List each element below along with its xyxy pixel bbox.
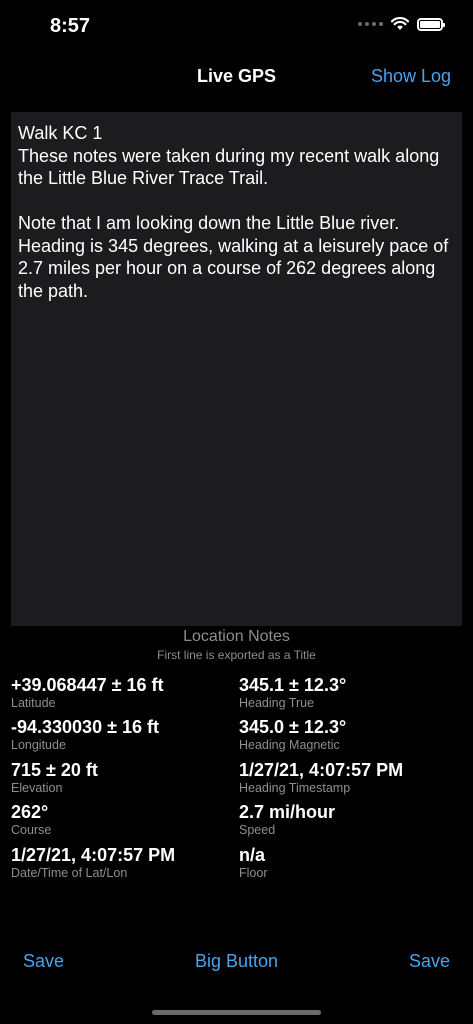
latitude-value: +39.068447 ± 16 ft bbox=[11, 675, 164, 695]
longitude-label: Longitude bbox=[11, 738, 66, 752]
course-label: Course bbox=[11, 823, 52, 837]
home-indicator[interactable] bbox=[152, 1010, 321, 1015]
datetime-metric: 1/27/21, 4:07:57 PM Date/Time of Lat/Lon bbox=[11, 845, 175, 881]
datetime-value: 1/27/21, 4:07:57 PM bbox=[11, 845, 176, 865]
show-log-button[interactable]: Show Log bbox=[371, 66, 451, 87]
elevation-value: 715 ± 20 ft bbox=[11, 760, 98, 780]
heading-timestamp-value: 1/27/21, 4:07:57 PM bbox=[239, 760, 404, 780]
latitude-label: Latitude bbox=[11, 696, 56, 710]
course-value: 262° bbox=[11, 802, 49, 822]
longitude-value: -94.330030 ± 16 ft bbox=[11, 717, 159, 737]
notes-caption-subtitle: First line is exported as a Title bbox=[157, 648, 316, 662]
heading-true-metric: 345.1 ± 12.3° Heading True bbox=[239, 675, 346, 711]
heading-magnetic-metric: 345.0 ± 12.3° Heading Magnetic bbox=[239, 717, 346, 753]
floor-value: n/a bbox=[239, 845, 266, 865]
heading-magnetic-value: 345.0 ± 12.3° bbox=[239, 717, 347, 737]
latitude-metric: +39.068447 ± 16 ft Latitude bbox=[11, 675, 164, 711]
status-bar: 8:57 bbox=[0, 0, 473, 54]
heading-timestamp-metric: 1/27/21, 4:07:57 PM Heading Timestamp bbox=[239, 760, 403, 796]
notes-caption-title: Location Notes bbox=[183, 628, 290, 645]
longitude-metric: -94.330030 ± 16 ft Longitude bbox=[11, 717, 159, 753]
speed-value: 2.7 mi/hour bbox=[239, 802, 336, 822]
status-time: 8:57 bbox=[50, 15, 91, 37]
heading-timestamp-label: Heading Timestamp bbox=[239, 781, 351, 795]
elevation-label: Elevation bbox=[11, 781, 63, 795]
wifi-icon bbox=[391, 17, 409, 30]
status-icons bbox=[358, 17, 445, 31]
course-metric: 262° Course bbox=[11, 802, 51, 838]
datetime-label: Date/Time of Lat/Lon bbox=[11, 866, 128, 880]
speed-label: Speed bbox=[239, 823, 276, 837]
heading-magnetic-label: Heading Magnetic bbox=[239, 738, 340, 752]
big-button[interactable]: Big Button bbox=[0, 951, 473, 972]
speed-metric: 2.7 mi/hour Speed bbox=[239, 802, 335, 838]
heading-true-label: Heading True bbox=[239, 696, 315, 710]
floor-metric: n/a Floor bbox=[239, 845, 267, 881]
elevation-metric: 715 ± 20 ft Elevation bbox=[11, 760, 98, 796]
heading-true-value: 345.1 ± 12.3° bbox=[239, 675, 347, 695]
location-notes-textarea[interactable]: Walk KC 1 These notes were taken during … bbox=[11, 112, 462, 626]
floor-label: Floor bbox=[239, 866, 268, 880]
battery-icon bbox=[417, 17, 445, 31]
cellular-signal-icon bbox=[358, 22, 383, 26]
notes-caption: Location Notes First line is exported as… bbox=[0, 628, 473, 664]
navigation-bar: Live GPS Show Log bbox=[0, 56, 473, 100]
save-button-right[interactable]: Save bbox=[409, 951, 450, 972]
